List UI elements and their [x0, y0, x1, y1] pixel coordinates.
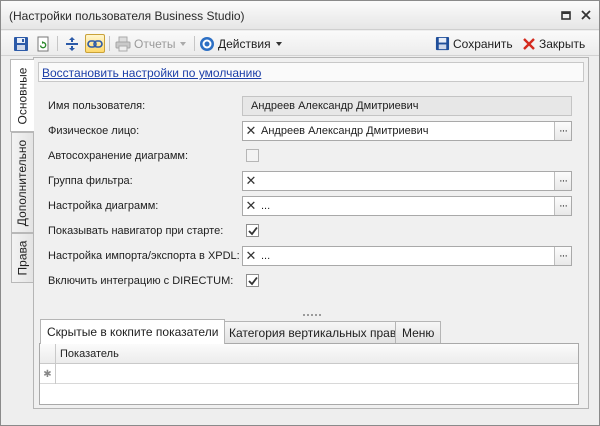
splitter-grip[interactable] [303, 314, 321, 316]
filter-group-label: Группа фильтра: [48, 175, 133, 187]
actions-button[interactable]: Действия [199, 34, 282, 53]
diagram-settings-label: Настройка диаграмм: [48, 200, 159, 212]
printer-icon [115, 36, 131, 51]
clear-icon[interactable]: ✕ [243, 247, 259, 265]
window-title: (Настройки пользователя Business Studio) [9, 9, 245, 23]
close-window-icon[interactable] [580, 9, 592, 21]
tab-rights[interactable]: Права [11, 233, 33, 283]
clear-icon[interactable]: ✕ [243, 197, 259, 215]
reports-button[interactable]: Отчеты [115, 34, 187, 53]
actions-icon [200, 36, 214, 51]
new-row[interactable]: ✱ [40, 364, 578, 384]
row-indicator-header [40, 344, 56, 364]
user-name-field: Андреев Александр Дмитриевич [242, 96, 572, 116]
restore-defaults-bar: Восстановить настройки по умолчанию [38, 62, 584, 82]
ellipsis-button[interactable]: ··· [554, 172, 571, 190]
toolbar: Отчеты Действия Сохранить Закрыть [1, 31, 599, 56]
person-label: Физическое лицо: [48, 125, 140, 137]
refresh-document-icon[interactable] [33, 34, 53, 53]
restore-window-icon[interactable] [560, 9, 572, 21]
tab-additional-label: Дополнительно [15, 139, 30, 226]
autosave-checkbox[interactable] [246, 149, 259, 162]
check-icon [248, 276, 258, 286]
grid-header: Показатель [40, 344, 578, 364]
filter-group-field[interactable]: ✕ ··· [242, 171, 572, 191]
close-red-icon [523, 37, 535, 50]
tab-hidden-indicators[interactable]: Скрытые в кокпите показатели [40, 319, 226, 344]
save-button[interactable]: Сохранить [435, 34, 513, 53]
link-chain-icon[interactable] [85, 34, 105, 53]
toolbar-separator [57, 36, 58, 51]
directum-label: Включить интеграцию с DIRECTUM: [48, 275, 234, 287]
tab-menu-label: Меню [402, 325, 435, 340]
reports-label: Отчеты [134, 36, 176, 51]
ellipsis-button[interactable]: ··· [554, 247, 571, 265]
title-bar: (Настройки пользователя Business Studio) [1, 1, 599, 30]
clear-icon[interactable]: ✕ [243, 172, 259, 190]
tab-basic-label: Основные [15, 67, 30, 124]
xpdl-settings-label: Настройка импорта/экспорта в XPDL: [48, 250, 240, 262]
close-button[interactable]: Закрыть [522, 34, 585, 53]
toolbar-separator [109, 36, 110, 51]
person-value: Андреев Александр Дмитриевич [261, 125, 429, 137]
expand-collapse-icon[interactable] [62, 34, 82, 53]
xpdl-settings-value: ... [261, 250, 271, 262]
diagram-settings-value: ... [261, 200, 271, 212]
close-label: Закрыть [539, 36, 586, 51]
actions-label: Действия [218, 36, 271, 51]
chevron-down-icon [275, 41, 282, 46]
diagram-settings-field[interactable]: ✕ ... ··· [242, 196, 572, 216]
column-indicator[interactable]: Показатель [60, 348, 119, 360]
tab-hidden-indicators-label: Скрытые в кокпите показатели [47, 325, 219, 339]
ellipsis-button[interactable]: ··· [554, 122, 571, 140]
save-icon [435, 36, 450, 51]
save-disk-icon[interactable] [11, 34, 31, 53]
show-navigator-label: Показывать навигатор при старте: [48, 225, 224, 237]
tab-vertical-rights-label: Категория вертикальных прав [229, 325, 397, 340]
indicators-grid: Показатель ✱ [39, 343, 579, 405]
tab-additional[interactable]: Дополнительно [11, 132, 33, 233]
chevron-down-icon [180, 41, 187, 46]
tab-vertical-rights[interactable]: Категория вертикальных прав [222, 321, 404, 343]
directum-checkbox[interactable] [246, 274, 259, 287]
tab-menu[interactable]: Меню [395, 321, 442, 343]
show-navigator-checkbox[interactable] [246, 224, 259, 237]
settings-window: (Настройки пользователя Business Studio)… [0, 0, 600, 426]
save-label: Сохранить [453, 36, 513, 51]
check-icon [248, 226, 258, 236]
tab-basic[interactable]: Основные [10, 59, 34, 132]
settings-panel: Восстановить настройки по умолчанию Имя … [33, 57, 589, 409]
ellipsis-button[interactable]: ··· [554, 197, 571, 215]
restore-defaults-link[interactable]: Восстановить настройки по умолчанию [42, 66, 261, 80]
person-field[interactable]: ✕ Андреев Александр Дмитриевич ··· [242, 121, 572, 141]
xpdl-settings-field[interactable]: ✕ ... ··· [242, 246, 572, 266]
user-name-label: Имя пользователя: [48, 100, 146, 112]
new-row-marker-icon: ✱ [40, 364, 56, 384]
toolbar-separator [194, 36, 195, 51]
user-name-value: Андреев Александр Дмитриевич [251, 100, 419, 112]
tab-rights-label: Права [15, 240, 30, 276]
clear-icon[interactable]: ✕ [243, 122, 259, 140]
autosave-label: Автосохранение диаграмм: [48, 150, 189, 162]
